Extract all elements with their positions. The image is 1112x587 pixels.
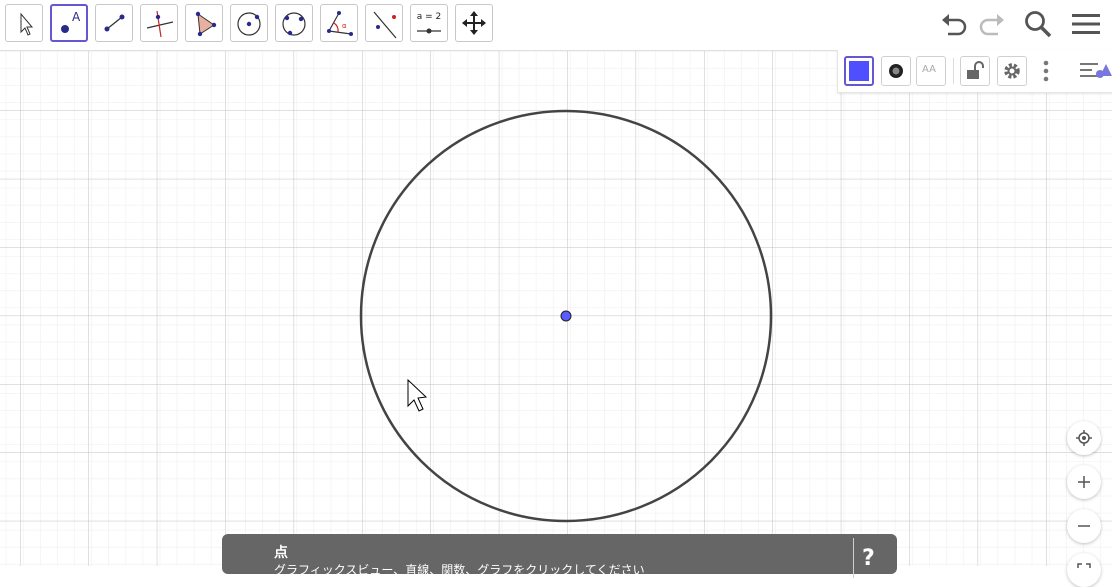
- circle-three-points-icon: [282, 12, 306, 36]
- algebra-view-toggle-icon[interactable]: [1080, 58, 1112, 84]
- angle-icon: α: [327, 11, 353, 36]
- zoom-in-button[interactable]: [1067, 465, 1101, 499]
- segment-icon: [104, 14, 125, 32]
- point-style-button[interactable]: [881, 56, 911, 86]
- main-menu-icon[interactable]: [1070, 8, 1102, 40]
- text-size-button[interactable]: AA: [916, 56, 946, 86]
- slider-tool-button[interactable]: a = 2: [410, 4, 448, 42]
- angle-tool-button[interactable]: α: [320, 4, 358, 42]
- graphics-view[interactable]: [0, 50, 1112, 566]
- svg-text:A: A: [72, 10, 81, 24]
- reflect-about-line-tool-button[interactable]: [365, 4, 403, 42]
- fullscreen-button[interactable]: [1067, 553, 1101, 587]
- color-swatch: [849, 61, 869, 81]
- point-tool-button[interactable]: A: [50, 4, 88, 42]
- color-button[interactable]: [844, 56, 874, 86]
- point-style-icon: [889, 64, 903, 78]
- tooltip-help-button[interactable]: ?: [862, 546, 875, 571]
- segment-tool-button[interactable]: [95, 4, 133, 42]
- settings-button[interactable]: [997, 56, 1027, 86]
- tooltip-separator: [853, 538, 854, 578]
- tool-tooltip: 点 グラフィックスビュー、直線、関数、グラフをクリックしてください ?: [222, 534, 897, 578]
- slider-icon: [417, 28, 441, 34]
- zoom-out-button[interactable]: [1067, 509, 1101, 543]
- fullscreen-icon: [1077, 563, 1091, 568]
- tooltip-title: 点: [274, 545, 288, 561]
- circle-with-center-icon: [237, 12, 261, 36]
- svg-text:α: α: [342, 22, 347, 30]
- target-icon: [1076, 430, 1092, 446]
- more-options-icon[interactable]: [1038, 59, 1054, 85]
- tooltip-description: グラフィックスビュー、直線、関数、グラフをクリックしてください: [274, 563, 645, 577]
- perpendicular-line-tool-button[interactable]: [140, 4, 178, 42]
- redo-icon[interactable]: [976, 8, 1008, 40]
- stylebar-divider: [953, 58, 954, 84]
- perpendicular-line-icon: [146, 10, 174, 38]
- search-icon[interactable]: [1022, 8, 1054, 40]
- text-size-label: AA: [922, 64, 936, 75]
- minus-icon: [1078, 525, 1090, 527]
- center-point-object[interactable]: [560, 310, 572, 322]
- move-tool-button[interactable]: [5, 4, 43, 42]
- grid: [0, 50, 1112, 566]
- toolbar: A α a = 2: [0, 0, 1112, 51]
- lock-button[interactable]: [960, 56, 990, 86]
- undo-icon[interactable]: [938, 8, 970, 40]
- graphics-canvas[interactable]: [0, 50, 1112, 566]
- standard-view-button[interactable]: [1067, 421, 1101, 455]
- polygon-tool-button[interactable]: [185, 4, 223, 42]
- circle-center-point-tool-button[interactable]: [230, 4, 268, 42]
- polygon-icon: [195, 11, 217, 37]
- move-arrows-icon: [462, 11, 486, 35]
- point-icon: A: [61, 10, 81, 33]
- style-bar: AA: [837, 50, 1112, 93]
- plus-icon: [1078, 476, 1090, 488]
- move-graphics-view-tool-button[interactable]: [455, 4, 493, 42]
- arrow-cursor-icon: [20, 12, 34, 36]
- gear-icon: [1004, 63, 1020, 79]
- unlock-icon: [967, 61, 984, 79]
- circle-three-points-tool-button[interactable]: [275, 4, 313, 42]
- reflect-line-icon: [373, 11, 397, 39]
